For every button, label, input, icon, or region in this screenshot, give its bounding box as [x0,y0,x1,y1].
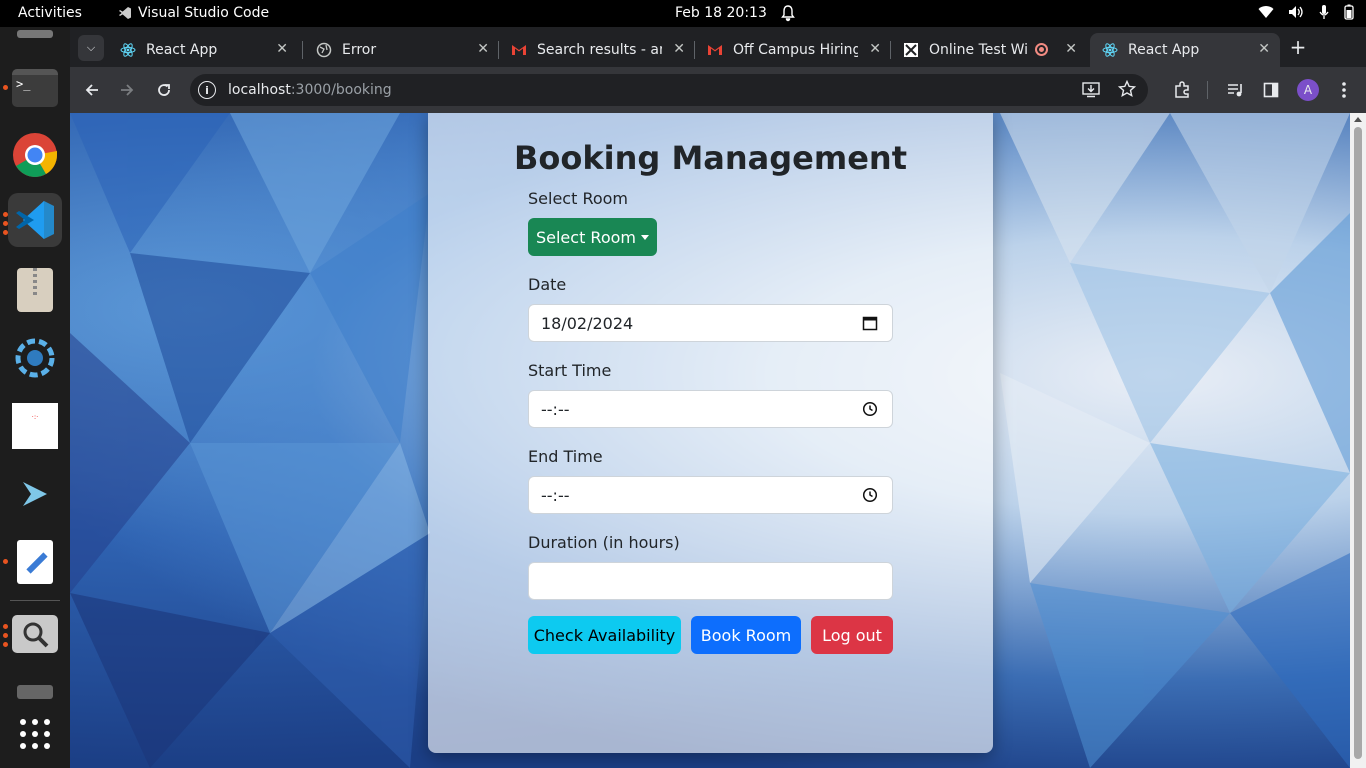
tab-title: Search results - am [537,42,662,58]
disk-icon[interactable] [8,672,62,702]
booking-card: Booking Management Select Room Select Ro… [428,113,993,753]
end-time-input[interactable]: --:-- [528,476,893,514]
archive-manager-icon[interactable] [8,263,62,317]
address-bar[interactable]: i localhost:3000/booking [190,74,1148,106]
site-info-icon[interactable]: i [198,81,216,99]
battery-icon [1344,4,1354,20]
check-availability-button[interactable]: Check Availability [528,616,681,654]
bookmark-star-icon[interactable] [1117,79,1137,102]
system-top-bar: Activities Visual Studio Code Feb 18 20:… [0,0,1366,27]
image-viewer-icon[interactable] [8,607,62,661]
new-tab-plus-icon[interactable]: + [1287,35,1309,59]
start-time-value: --:-- [541,399,570,419]
reload-icon[interactable] [153,79,175,101]
tab-title: React App [146,42,218,58]
scroll-up-arrow-icon[interactable] [1354,117,1362,122]
clock-icon[interactable] [862,487,878,503]
test-site-icon [903,42,919,58]
tab-error[interactable]: Error ✕ [304,33,499,67]
show-apps-grid-icon[interactable] [8,707,62,761]
clock[interactable]: Feb 18 20:13 [675,5,767,21]
url-path: :3000/booking [290,82,392,98]
react-icon [120,42,136,58]
focused-app-menu[interactable]: Visual Studio Code [118,5,269,21]
date-value: 18/02/2024 [541,313,634,333]
browser-menu-kebab-icon[interactable] [1333,79,1355,101]
logout-button[interactable]: Log out [811,616,893,654]
close-tab-icon[interactable]: ✕ [477,41,489,57]
tab-title: Error [342,42,377,58]
tab-react-app-1[interactable]: React App ✕ [108,33,298,67]
remote-app-icon[interactable] [8,467,62,521]
tab-gmail-off-campus[interactable]: Off Campus Hiring ✕ [695,33,891,67]
clock-icon[interactable] [862,401,878,417]
react-icon [1102,42,1118,58]
vscode-dock-icon[interactable] [8,193,62,247]
text-editor-icon[interactable] [8,535,62,589]
start-time-label: Start Time [528,361,612,380]
close-tab-icon[interactable]: ✕ [673,41,685,57]
tab-react-app-active[interactable]: React App ✕ [1090,33,1280,67]
system-tray[interactable] [1258,4,1354,20]
close-tab-icon[interactable]: ✕ [276,41,288,57]
gmail-icon [511,42,527,58]
caret-down-icon [641,234,649,240]
url-host: localhost [228,82,291,98]
image-app-icon[interactable]: ·:· [8,399,62,453]
tab-online-test[interactable]: Online Test Wi ✕ [891,33,1087,67]
forward-arrow-icon[interactable] [116,79,138,101]
gmail-icon [707,42,723,58]
book-room-button[interactable]: Book Room [691,616,801,654]
close-tab-icon[interactable]: ✕ [869,41,881,57]
tab-search-chevron-icon[interactable]: ⌵ [78,35,104,61]
wifi-icon [1258,6,1274,19]
notification-bell-icon[interactable] [780,4,796,26]
tab-title: Online Test Wi [929,42,1027,58]
application-dock: >_ ·:· [0,27,70,768]
volume-icon [1289,6,1303,18]
microphone-icon [1319,5,1329,19]
focused-app-name: Visual Studio Code [138,5,270,21]
select-room-dropdown-button[interactable]: Select Room [528,218,657,256]
extensions-puzzle-icon[interactable] [1171,79,1193,101]
tab-title: Off Campus Hiring [733,42,858,58]
page-scrollbar[interactable] [1350,113,1366,768]
browser-tab-strip: ⌵ React App ✕ Error ✕ Search results - a… [70,27,1366,67]
select-room-label: Select Room [528,189,629,208]
date-label: Date [528,275,567,294]
page-title: Booking Management [514,139,907,177]
duration-input[interactable] [528,562,893,600]
media-controls-icon[interactable] [1225,79,1247,101]
close-tab-icon[interactable]: ✕ [1065,41,1077,57]
end-time-value: --:-- [541,485,570,505]
profile-avatar[interactable]: A [1297,79,1319,101]
scrollbar-thumb[interactable] [1354,127,1362,759]
side-panel-icon[interactable] [1260,79,1282,101]
shutter-icon[interactable] [8,331,62,385]
close-tab-icon[interactable]: ✕ [1258,41,1270,57]
date-input[interactable]: 18/02/2024 [528,304,893,342]
recording-indicator-icon [1035,43,1048,56]
tab-gmail-search[interactable]: Search results - am ✕ [499,33,695,67]
page-viewport: Booking Management Select Room Select Ro… [70,113,1350,768]
duration-label: Duration (in hours) [528,533,680,552]
back-arrow-icon[interactable] [81,79,103,101]
calendar-icon[interactable] [862,315,878,331]
end-time-label: End Time [528,447,603,466]
install-app-icon[interactable] [1082,82,1100,102]
globe-icon [316,42,332,58]
start-time-input[interactable]: --:-- [528,390,893,428]
vscode-icon [119,7,131,19]
browser-toolbar: i localhost:3000/booking A [70,67,1366,113]
tab-title: React App [1128,42,1200,58]
select-room-button-label: Select Room [535,227,636,247]
chrome-icon[interactable] [8,128,62,182]
dock-item-partial[interactable] [8,9,62,39]
terminal-icon[interactable]: >_ [8,61,62,115]
